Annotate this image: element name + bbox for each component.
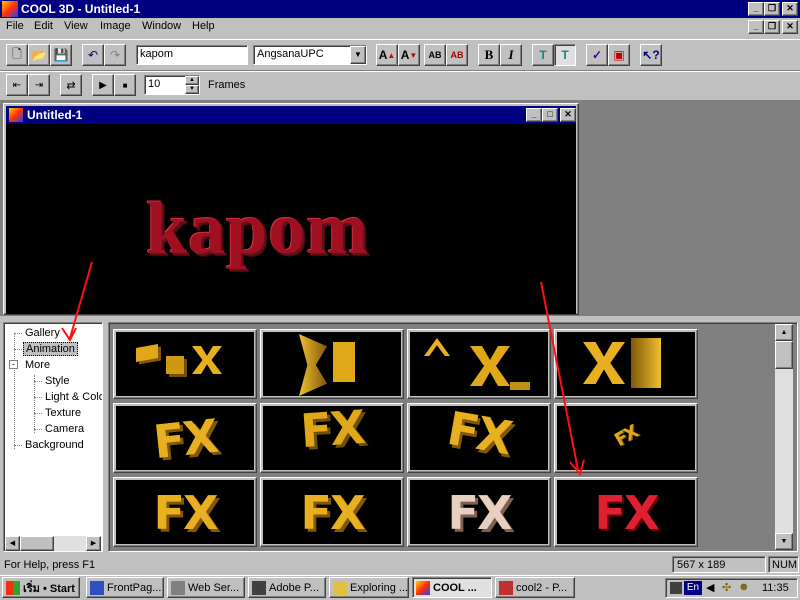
paint-icon xyxy=(499,580,513,595)
taskbar-label: Adobe P... xyxy=(269,581,319,594)
cool3d-icon xyxy=(416,580,430,595)
status-help-text: For Help, press F1 xyxy=(4,559,96,571)
taskbar-label: COOL ... xyxy=(433,581,477,594)
status-num: NUM xyxy=(768,556,799,573)
taskbar-button-adobe[interactable]: Adobe P... xyxy=(248,577,326,598)
taskbar-button-cool3d[interactable]: COOL ... xyxy=(412,577,492,598)
windows-logo-icon xyxy=(6,580,20,595)
taskbar-label: Web Ser... xyxy=(188,581,240,594)
frontpage-icon xyxy=(90,580,104,595)
clock: 11:35 xyxy=(762,582,789,594)
status-dimensions-text: 567 x 189 xyxy=(677,559,726,571)
start-label: เริ่ม • Start xyxy=(23,582,75,595)
taskbar-label: FrontPag... xyxy=(107,581,162,594)
tray-app-icon[interactable]: ✣ xyxy=(722,581,731,594)
language-label: En xyxy=(686,582,700,593)
taskbar-button-web-server[interactable]: Web Ser... xyxy=(167,577,245,598)
taskbar-label: Exploring ... xyxy=(350,581,409,594)
network-icon[interactable] xyxy=(670,582,682,594)
taskbar-button-cool2[interactable]: cool2 - P... xyxy=(495,577,575,598)
status-num-text: NUM xyxy=(772,559,798,571)
language-indicator[interactable]: En xyxy=(684,581,702,595)
status-bar: For Help, press F1 567 x 189 NUM xyxy=(0,556,800,574)
person-icon[interactable]: ☻ xyxy=(738,581,750,593)
annotation-arrows xyxy=(61,261,585,477)
explorer-icon xyxy=(333,580,347,595)
adobe-icon xyxy=(252,580,266,595)
taskbar-button-frontpage[interactable]: FrontPag... xyxy=(86,577,164,598)
taskbar-button-exploring[interactable]: Exploring ... xyxy=(329,577,409,598)
speaker-icon[interactable]: ◀ xyxy=(706,581,714,594)
web-server-icon xyxy=(171,580,185,595)
system-tray: En ◀ ✣ ☻ 11:35 xyxy=(665,578,798,598)
status-dimensions: 567 x 189 xyxy=(672,556,766,573)
taskbar-label: cool2 - P... xyxy=(516,581,568,594)
start-button[interactable]: เริ่ม • Start xyxy=(2,577,80,598)
